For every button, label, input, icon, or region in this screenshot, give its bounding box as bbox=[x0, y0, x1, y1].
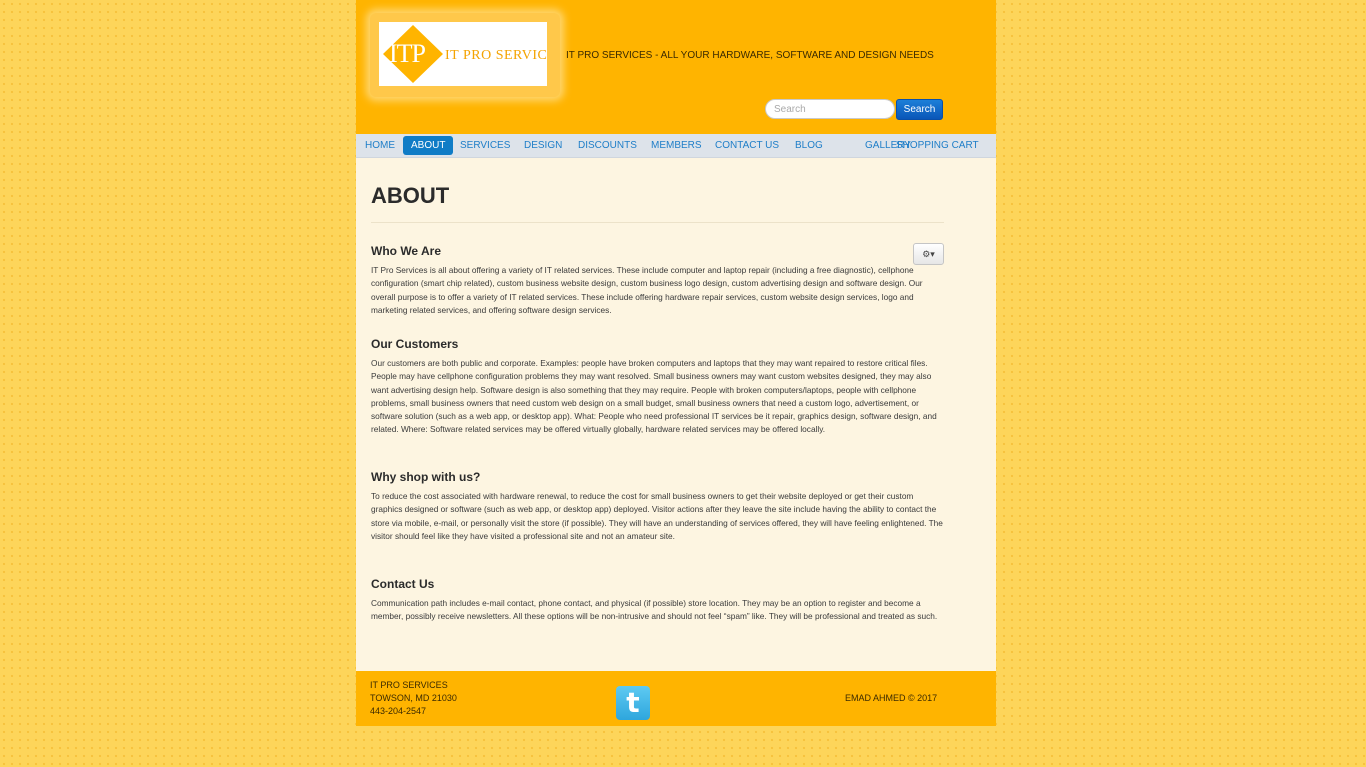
nav-item-about[interactable]: ABOUT bbox=[403, 136, 454, 155]
footer: IT PRO SERVICES TOWSON, MD 21030 443-204… bbox=[356, 671, 996, 726]
nav-item-contact-us[interactable]: CONTACT US bbox=[707, 136, 787, 155]
section-text: Communication path includes e-mail conta… bbox=[371, 598, 938, 622]
logo-text: IT PRO SERVICES bbox=[445, 48, 547, 63]
nav-item-members[interactable]: MEMBERS bbox=[643, 136, 710, 155]
gear-menu-button[interactable]: ⚙▾ bbox=[913, 243, 944, 265]
twitter-icon[interactable]: t bbox=[616, 686, 650, 720]
section-text: Our customers are both public and corpor… bbox=[371, 358, 937, 435]
footer-address: TOWSON, MD 21030 bbox=[370, 693, 457, 703]
section-heading: Why shop with us? bbox=[371, 470, 481, 484]
page-title: ABOUT bbox=[371, 183, 450, 208]
logo-mark: ITP bbox=[389, 39, 426, 68]
section-text: To reduce the cost associated with hardw… bbox=[371, 491, 943, 541]
nav-item-design[interactable]: DESIGN bbox=[516, 136, 570, 155]
copyright: EMAD AHMED © 2017 bbox=[845, 693, 938, 703]
search-button[interactable]: Search bbox=[896, 99, 943, 120]
section-heading: Our Customers bbox=[371, 337, 459, 351]
nav-item-home[interactable]: HOME bbox=[357, 136, 403, 155]
search-input[interactable] bbox=[765, 99, 895, 119]
site-tagline: IT PRO SERVICES - ALL YOUR HARDWARE, SOF… bbox=[566, 50, 934, 61]
nav-item-blog[interactable]: BLOG bbox=[787, 136, 831, 155]
nav-item-discounts[interactable]: DISCOUNTS bbox=[570, 136, 645, 155]
footer-company-name: IT PRO SERVICES bbox=[370, 680, 448, 690]
page: ITP IT PRO SERVICES IT PRO SERVICES - AL… bbox=[356, 0, 996, 726]
twitter-glyph: t bbox=[626, 686, 640, 719]
title-divider bbox=[371, 222, 944, 223]
main-nav: HOME ABOUT SERVICES DESIGN DISCOUNTS MEM… bbox=[356, 134, 996, 158]
section-heading: Who We Are bbox=[371, 244, 442, 258]
section-heading: Contact Us bbox=[371, 577, 435, 591]
nav-item-services[interactable]: SERVICES bbox=[452, 136, 518, 155]
header: ITP IT PRO SERVICES IT PRO SERVICES - AL… bbox=[356, 0, 996, 134]
footer-phone: 443-204-2547 bbox=[370, 706, 427, 716]
nav-item-shopping-cart[interactable]: SHOPPING CART bbox=[888, 136, 987, 155]
logo[interactable]: ITP IT PRO SERVICES bbox=[379, 22, 547, 86]
section-text: IT Pro Services is all about offering a … bbox=[371, 265, 923, 315]
